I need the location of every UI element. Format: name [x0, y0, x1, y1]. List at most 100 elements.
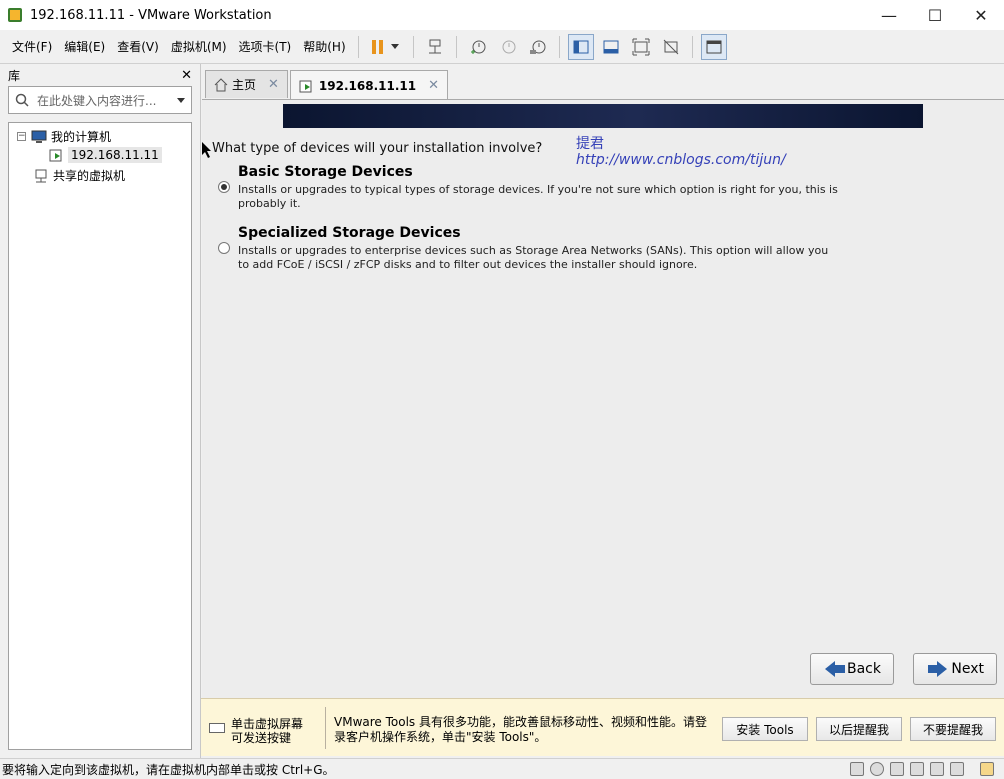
toolbar-separator [412, 35, 414, 58]
revert-snapshot-icon [502, 40, 516, 53]
window-title: 192.168.11.11 - VMware Workstation [30, 7, 272, 23]
option-basic-title: Basic Storage Devices [238, 164, 413, 180]
menu-file[interactable]: 文件(F) [6, 38, 58, 55]
radio-specialized-storage[interactable] [218, 242, 230, 254]
hard-disk-icon[interactable] [850, 762, 864, 776]
toolbar-separator [558, 35, 560, 58]
shared-vm-icon [35, 169, 47, 182]
notification-message: VMware Tools 具有很多功能，能改善鼠标移动性、视频和性能。请登录客户… [334, 715, 707, 744]
never-remind-button[interactable]: 不要提醒我 [910, 717, 996, 741]
content-area: 主页 ✕ 192.168.11.11 ✕ What type of device… [200, 64, 1004, 758]
maximize-button[interactable]: ☐ [912, 0, 958, 30]
toolbar-separator [357, 35, 359, 58]
vm-console-screen[interactable]: What type of devices will your installat… [202, 99, 1004, 699]
tree-label-vm: 192.168.11.11 [68, 147, 162, 163]
notification-hint: 单击虚拟屏幕 可发送按键 [231, 717, 304, 745]
thumbnail-bar-button[interactable] [598, 34, 624, 60]
option-basic-description: Installs or upgrades to typical types of… [238, 183, 838, 210]
library-search-input[interactable]: 在此处键入内容进行... [8, 86, 192, 114]
device-icons [850, 762, 994, 776]
collapse-icon[interactable]: − [17, 132, 26, 141]
vmware-app-icon [8, 8, 22, 22]
full-screen-button[interactable] [628, 34, 654, 60]
computer-icon [31, 130, 47, 143]
option-specialized-title: Specialized Storage Devices [238, 225, 461, 241]
installer-banner [283, 104, 923, 128]
arrow-left-icon [825, 661, 845, 677]
menu-view[interactable]: 查看(V) [111, 38, 165, 55]
usb-icon[interactable] [910, 762, 924, 776]
tab-home[interactable]: 主页 ✕ [205, 70, 288, 98]
tree-label-shared-vms: 共享的虚拟机 [53, 169, 126, 183]
network-adapter-icon[interactable] [890, 762, 904, 776]
mouse-pointer-icon [202, 142, 211, 158]
vm-running-icon [299, 80, 312, 92]
watermark: 提君 http://www.cnblogs.com/tijun/ [576, 136, 786, 168]
notification-divider [325, 707, 326, 749]
tab-home-label: 主页 [232, 78, 257, 92]
option-specialized-description: Installs or upgrades to enterprise devic… [238, 244, 829, 271]
chevron-down-icon[interactable] [177, 98, 185, 103]
fullscreen-icon [632, 38, 650, 55]
minimize-button[interactable]: — [866, 0, 912, 30]
tree-node-vm[interactable]: 192.168.11.11 [49, 147, 162, 163]
tree-node-shared-vms[interactable]: 共享的虚拟机 [33, 167, 125, 184]
next-button[interactable]: Next [913, 653, 997, 685]
revert-snapshot-button[interactable] [495, 34, 521, 60]
tree-node-my-computer[interactable]: − 我的计算机 [17, 128, 111, 145]
close-tab-icon[interactable]: ✕ [428, 78, 439, 93]
unity-icon [663, 39, 678, 54]
toolbar-separator [691, 35, 693, 58]
unity-button[interactable] [658, 34, 684, 60]
snapshot-icon [470, 40, 486, 54]
toolbar-separator [455, 35, 457, 58]
watermark-name: 提君 [576, 136, 604, 152]
show-library-button[interactable] [567, 33, 594, 60]
chevron-down-icon [391, 44, 400, 49]
library-view-icon [573, 40, 589, 53]
title-bar: 192.168.11.11 - VMware Workstation — ☐ ✕ [0, 0, 1004, 30]
sound-card-icon[interactable] [950, 762, 964, 776]
close-library-icon[interactable]: ✕ [181, 68, 192, 83]
search-icon [15, 93, 29, 107]
library-pane: 库 ✕ 在此处键入内容进行... − 我的计算机 192.168.11.11 共… [0, 64, 200, 758]
network-send-icon [428, 39, 441, 53]
tab-vm[interactable]: 192.168.11.11 ✕ [289, 70, 448, 100]
library-title: 库 [8, 68, 21, 83]
status-bar: 要将输入定向到该虚拟机，请在虚拟机内部单击或按 Ctrl+G。 [0, 758, 1004, 779]
remind-later-button[interactable]: 以后提醒我 [816, 717, 902, 741]
message-log-icon[interactable] [980, 762, 994, 776]
close-tab-icon[interactable]: ✕ [268, 77, 279, 92]
installer-question: What type of devices will your installat… [212, 141, 543, 156]
back-button[interactable]: Back [810, 653, 894, 685]
radio-basic-storage[interactable] [218, 181, 230, 193]
menu-tabs[interactable]: 选项卡(T) [233, 38, 298, 55]
send-ctrl-alt-del-button[interactable] [422, 34, 448, 60]
arrow-right-icon [928, 661, 948, 677]
keyboard-icon [209, 723, 225, 733]
menu-help[interactable]: 帮助(H) [297, 38, 351, 55]
snapshot-manager-button[interactable] [525, 34, 551, 60]
watermark-url: http://www.cnblogs.com/tijun/ [576, 152, 786, 168]
cd-dvd-icon[interactable] [870, 762, 884, 776]
library-header: 库 ✕ [0, 64, 200, 86]
back-label: Back [847, 661, 881, 677]
install-tools-button[interactable]: 安装 Tools [722, 717, 808, 741]
printer-icon[interactable] [930, 762, 944, 776]
next-label: Next [951, 661, 984, 677]
menu-edit[interactable]: 编辑(E) [58, 38, 111, 55]
close-button[interactable]: ✕ [958, 0, 1004, 30]
vmware-tools-notification: 单击虚拟屏幕 可发送按键 VMware Tools 具有很多功能，能改善鼠标移动… [201, 698, 1004, 756]
status-text: 要将输入定向到该虚拟机，请在虚拟机内部单击或按 Ctrl+G。 [2, 762, 335, 777]
snapshot-button[interactable] [465, 34, 491, 60]
menu-vm[interactable]: 虚拟机(M) [165, 38, 233, 55]
vm-running-icon [49, 149, 62, 162]
pause-icon [372, 39, 384, 54]
console-view-button[interactable] [700, 33, 727, 60]
tree-label-my-computer: 我的计算机 [51, 130, 112, 144]
library-tree: − 我的计算机 192.168.11.11 共享的虚拟机 [8, 122, 192, 750]
pause-button[interactable] [367, 34, 405, 60]
tab-strip: 主页 ✕ 192.168.11.11 ✕ [205, 70, 450, 100]
thumbnail-view-icon [603, 40, 619, 53]
menu-bar: 文件(F) 编辑(E) 查看(V) 虚拟机(M) 选项卡(T) 帮助(H) [0, 30, 1004, 64]
